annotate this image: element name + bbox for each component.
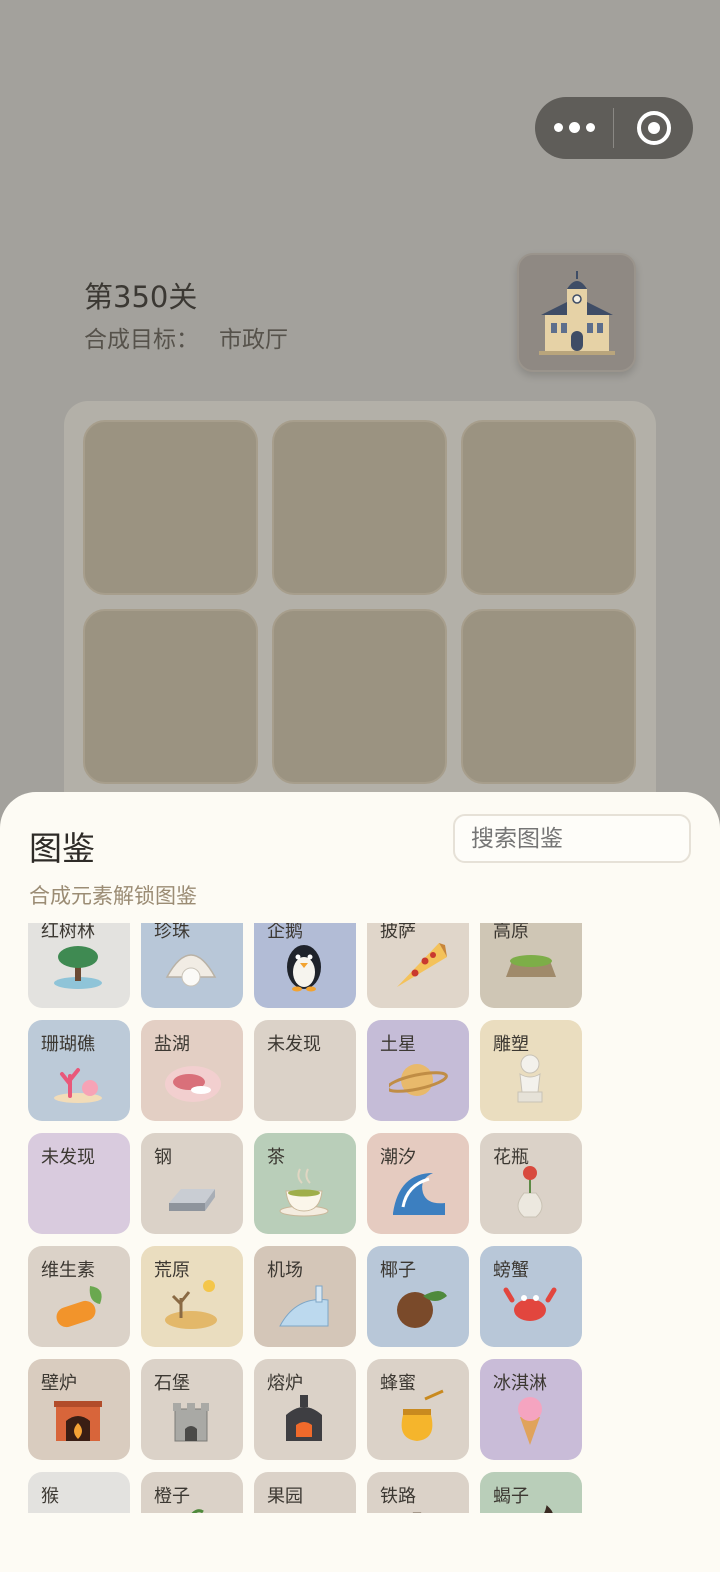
codex-item-label: 未发现 [41,1147,95,1168]
codex-item[interactable]: 机场 [254,1246,356,1347]
codex-item[interactable]: 果园 [254,1472,356,1513]
tide-icon [393,1173,445,1215]
railway-icon [412,1512,422,1513]
codex-item[interactable]: 石堡 [141,1359,243,1460]
stone-castle-icon [173,1403,209,1442]
salt-lake-icon [165,1066,221,1102]
board-slot[interactable] [461,420,636,595]
codex-item-label: 未发现 [267,1034,321,1055]
crab-icon [503,1287,557,1321]
mangrove-icon [54,946,102,989]
codex-item[interactable]: 冰淇淋 [480,1359,582,1460]
codex-item[interactable]: 未发现 [254,1020,356,1121]
city-hall-icon [538,270,615,355]
codex-item[interactable]: 未发现 [28,1133,130,1234]
codex-item[interactable]: 雕塑 [480,1020,582,1121]
plateau-icon [506,955,556,977]
goal-value: 市政厅 [219,327,288,353]
codex-item[interactable]: 盐湖 [141,1020,243,1121]
codex-title: 图鉴 [29,829,95,868]
codex-item[interactable]: 猴 [28,1472,130,1513]
monkey-icon [50,1502,110,1513]
ice-cream-icon [518,1397,542,1445]
codex-sheet: 图鉴 合成元素解锁图鉴 红树林珍珠企鹅披萨高原珊瑚礁盐湖未发现土星雕塑未发现钢茶… [0,792,720,1572]
codex-subtitle: 合成元素解锁图鉴 [29,884,197,908]
codex-item[interactable]: 钢 [141,1133,243,1234]
orange-icon [191,1509,204,1513]
coral-reef-icon [54,1068,102,1103]
codex-item[interactable]: 维生素 [28,1246,130,1347]
codex-item[interactable]: 橙子 [141,1472,243,1513]
board-slot[interactable] [83,420,258,595]
codex-item[interactable]: 红树林 [28,923,130,1008]
codex-item[interactable]: 潮汐 [367,1133,469,1234]
goal-target-card [517,253,636,372]
codex-item[interactable]: 花瓶 [480,1133,582,1234]
pizza-icon [397,943,447,987]
more-menu-icon[interactable] [535,122,613,133]
merge-board [64,401,656,821]
steel-icon [169,1189,215,1211]
codex-item[interactable]: 高原 [480,923,582,1008]
mini-program-capsule [535,97,693,159]
codex-item[interactable]: 蜂蜜 [367,1359,469,1460]
goal-line: 合成目标： 市政厅 [84,320,288,354]
board-slot[interactable] [83,609,258,784]
goal-label: 合成目标： [84,327,199,353]
level-title: 第350关 [84,280,198,314]
tea-icon [279,1168,329,1217]
codex-item[interactable]: 荒原 [141,1246,243,1347]
scorpion-icon [544,1505,553,1513]
codex-item[interactable]: 熔炉 [254,1359,356,1460]
codex-item[interactable]: 企鹅 [254,923,356,1008]
codex-item[interactable]: 茶 [254,1133,356,1234]
codex-grid: 红树林 珍珠 企鹅 披萨 高原 珊瑚礁 盐湖 未发现 土星 雕塑 未发现钢茶潮汐 花瓶 维生素 荒原 机场椰… [0,923,720,1513]
honey-icon [401,1389,444,1441]
codex-item[interactable]: 珍珠 [141,923,243,1008]
fireplace-icon [54,1401,102,1441]
pearl-icon [165,954,217,987]
close-mini-program-icon[interactable] [614,111,693,145]
saturn-icon [389,1064,448,1096]
sculpture-icon [517,1054,543,1103]
codex-item[interactable]: 椰子 [367,1246,469,1347]
vase-icon [517,1166,543,1218]
wasteland-icon [165,1280,217,1329]
codex-item[interactable]: 土星 [367,1020,469,1121]
orchard-icon [276,1502,336,1513]
vitamin-icon [56,1286,102,1328]
furnace-icon [286,1395,322,1441]
board-slot[interactable] [272,420,447,595]
codex-item[interactable]: 螃蟹 [480,1246,582,1347]
coconut-icon [397,1291,447,1328]
board-slot[interactable] [272,609,447,784]
codex-item[interactable]: 珊瑚礁 [28,1020,130,1121]
codex-item[interactable]: 壁炉 [28,1359,130,1460]
board-slot[interactable] [461,609,636,784]
codex-item[interactable]: 披萨 [367,923,469,1008]
penguin-icon [287,945,321,992]
codex-item[interactable]: 蝎子 [480,1472,582,1513]
codex-item[interactable]: 铁路 [367,1472,469,1513]
codex-search-input[interactable] [453,814,691,863]
airport-icon [279,1285,329,1327]
